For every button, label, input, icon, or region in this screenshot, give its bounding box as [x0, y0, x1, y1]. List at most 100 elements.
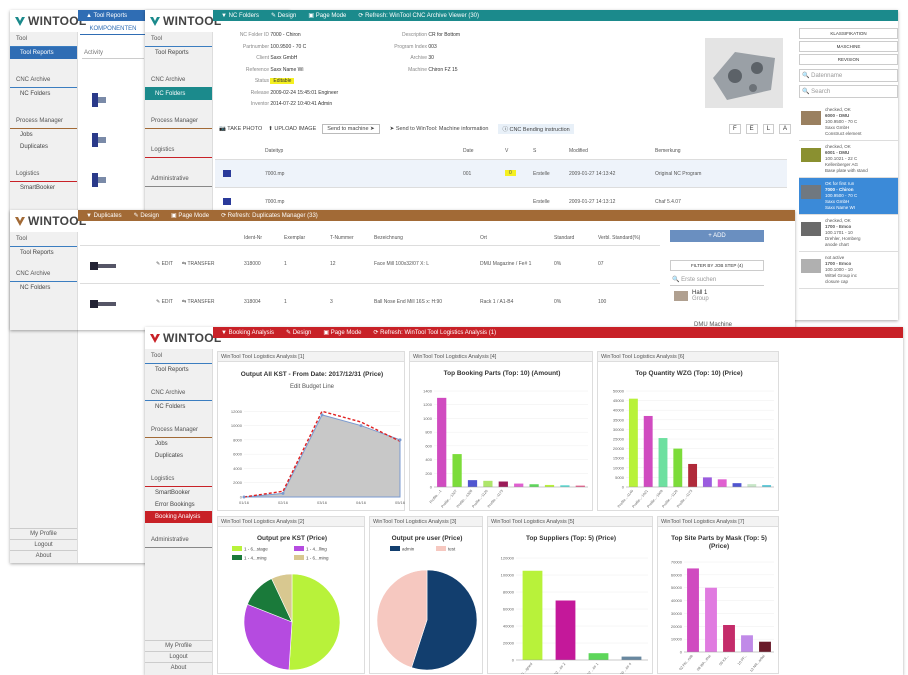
page-mode-button[interactable]: ▣ Page Mode [308, 12, 346, 19]
x-tick-label: 08 WA...tfrei [696, 654, 712, 672]
pager-next[interactable]: L [762, 124, 775, 134]
x-tick-label: L-00 ...igned [517, 662, 533, 674]
design-button[interactable]: ✎ Design [134, 212, 159, 219]
tab-booking-analysis[interactable]: ▼ Booking Analysis [221, 330, 274, 336]
y-tick-label: 70000 [671, 560, 683, 565]
about-link[interactable]: About [145, 662, 212, 673]
refresh-button[interactable]: ⟳ Refresh: WinTool Tool Logistics Analys… [373, 329, 496, 336]
hall-item[interactable]: Hall 1 Group [674, 290, 709, 302]
sidebar-item-duplicates[interactable]: Duplicates [10, 141, 77, 153]
revision-button[interactable]: REVISION [799, 54, 898, 65]
x-tick-label: 04/16 [356, 500, 367, 505]
search-input[interactable]: 🔍 Search [799, 85, 898, 98]
edit-button[interactable]: ✎ EDIT [156, 261, 173, 267]
logout-link[interactable]: Logout [145, 651, 212, 662]
refresh-button[interactable]: ⟳ Refresh: WinTool CNC Archive Viewer (3… [358, 12, 479, 19]
col-header: Ident-Nr [244, 235, 263, 241]
about-link[interactable]: About [10, 550, 77, 561]
y-tick-label: 12000 [231, 409, 243, 414]
folder-list-item[interactable]: checked, OK 1700 - Emco 100.1701 - 10 Drehl… [799, 215, 898, 252]
version-badge: 0 [505, 170, 516, 176]
pager-first[interactable]: F [729, 124, 741, 134]
tab-duplicates[interactable]: ▼ Duplicates [86, 213, 122, 219]
edit-button[interactable]: ✎ EDIT [156, 299, 173, 305]
sidebar-item-nc-folders[interactable]: NC Folders [10, 282, 77, 294]
logout-link[interactable]: Logout [10, 539, 77, 550]
duplicates-table: Ident-Nr Exemplar T-Nummer Bezeichnung O… [80, 232, 660, 322]
y-tick-label: 100000 [501, 573, 515, 578]
folder-item-s3: Base plate with stand [825, 168, 868, 173]
activity-field[interactable]: Activity [82, 48, 144, 59]
hall-thumbnail [674, 291, 688, 301]
folder-list-item[interactable]: checked, OK 6001 - DMU 100.1021 - 22 C Kell… [799, 141, 898, 178]
sidebar-item-error-bookings[interactable]: Error Bookings [145, 499, 212, 511]
table-row[interactable]: ✎ EDIT ⇆ TRANSFER 318004 1 3 Ball Nose E… [80, 284, 660, 322]
area-chart: Output All KST - From Date: 2017/12/31 (… [231, 371, 406, 505]
sidebar-item-tool-reports[interactable]: Tool Reports [145, 364, 212, 376]
send-machine-info-button[interactable]: ➤ Send to WinTool: Machine information [386, 125, 493, 133]
nc-file-icon [223, 170, 231, 177]
machine-button[interactable]: MASCHINE [799, 41, 898, 52]
transfer-button[interactable]: ⇆ TRANSFER [182, 261, 214, 267]
sidebar-section-tool: Tool [10, 32, 77, 47]
y-tick-label: 0 [430, 485, 433, 490]
sidebar-item-tool-reports[interactable]: Tool Reports [10, 47, 77, 59]
take-photo-button[interactable]: 📷 TAKE PHOTO [219, 126, 262, 132]
pie-chart: Output pre KST (Price) 1 - 6...stage 1 - 4… [232, 535, 341, 671]
find-input[interactable]: 🔍 Erste suchen [670, 274, 764, 286]
upload-image-button[interactable]: ⬆ UPLOAD IMAGE [268, 126, 316, 132]
transfer-button[interactable]: ⇆ TRANSFER [182, 299, 214, 305]
tab-tool-reports[interactable]: ▲ Tool Reports [86, 13, 127, 19]
tab-nc-folders[interactable]: ▼ NC Folders [221, 13, 259, 19]
y-tick-label: 50000 [613, 389, 625, 394]
right-panel: KLASSIFIKATION MASCHINE REVISION 🔍 Daten… [799, 28, 898, 289]
sidebar-item-tool-reports[interactable]: Tool Reports [145, 47, 212, 59]
sidebar-item-nc-folders[interactable]: NC Folders [145, 401, 212, 413]
sidebar-item-duplicates[interactable]: Duplicates [145, 450, 212, 462]
send-to-machine-button[interactable]: Send to machine ➤ [322, 124, 380, 134]
tool-thumbnail[interactable] [88, 170, 108, 192]
folder-list-item[interactable]: OK for first run 7000 - Chiron 100.9500 - … [799, 178, 898, 215]
filter-by-job-step-button[interactable]: FILTER BY JOB STEP (4) [670, 260, 764, 271]
sidebar-item-nc-folders[interactable]: NC Folders [145, 88, 212, 100]
y-tick-label: 200 [425, 471, 432, 476]
card-header: WinTool Tool Logistics Analysis [2] [218, 517, 364, 527]
dataname-input[interactable]: 🔍 Datenname [799, 69, 898, 82]
sidebar-item-jobs[interactable]: Jobs [10, 129, 77, 141]
my-profile-link[interactable]: My Profile [145, 640, 212, 651]
pager-prev[interactable]: E [745, 124, 758, 134]
sidebar-section-cnc: CNC Archive [145, 73, 212, 88]
folder-list-item[interactable]: checked, OK 6000 - DMU 100.9500 - 70 C Saxx… [799, 104, 898, 141]
sidebar-item-jobs[interactable]: Jobs [145, 438, 212, 450]
table-row[interactable]: ✎ EDIT ⇆ TRANSFER 318000 1 12 Face Mill … [80, 246, 660, 284]
tool-thumbnail[interactable] [88, 90, 108, 112]
folder-list-item[interactable]: not active 1700 - Emco 100.1000 - 10 Wittel… [799, 252, 898, 289]
folder-thumbnail [801, 111, 821, 125]
booking-analysis-window: WINTOOL Tool Tool Reports CNC Archive NC… [145, 327, 903, 675]
design-button[interactable]: ✎ Design [271, 12, 296, 19]
legend-label: test [448, 547, 456, 552]
sidebar-item-smartbooker[interactable]: SmartBooker [10, 182, 77, 194]
add-button[interactable]: + ADD [670, 230, 764, 242]
tool-thumbnail[interactable] [88, 130, 108, 152]
tab-komponenten[interactable]: KOMPONENTEN [80, 24, 146, 35]
bar [762, 485, 772, 487]
bar [555, 600, 576, 660]
y-tick-label: 600 [425, 443, 432, 448]
refresh-button[interactable]: ⟳ Refresh: Duplicates Manager (33) [221, 212, 318, 219]
cnc-bending-button[interactable]: ⓘ CNC Bending instruction [498, 124, 574, 134]
design-button[interactable]: ✎ Design [286, 329, 311, 336]
my-profile-link[interactable]: My Profile [10, 528, 77, 539]
pager-last[interactable]: A [779, 124, 792, 134]
sidebar-item-nc-folders[interactable]: NC Folders [10, 88, 77, 100]
table-row[interactable]: 7000.mp 001 0 Erstelle 2009-01-27 14:13:… [215, 160, 787, 188]
page-mode-button[interactable]: ▣ Page Mode [171, 212, 209, 219]
bar [514, 483, 524, 487]
legend-swatch [294, 555, 304, 560]
sidebar-item-tool-reports[interactable]: Tool Reports [10, 247, 77, 259]
classification-button[interactable]: KLASSIFIKATION [799, 28, 898, 39]
sidebar-item-smartbooker[interactable]: SmartBooker [145, 487, 212, 499]
sidebar-item-booking-analysis[interactable]: Booking Analysis [145, 511, 212, 523]
page-mode-button[interactable]: ▣ Page Mode [323, 329, 361, 336]
sidebar: Tool Tool Reports CNC Archive NC Folders… [145, 349, 213, 675]
